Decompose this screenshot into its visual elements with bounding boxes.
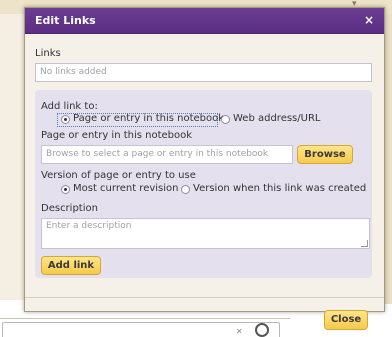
radio-web-address[interactable] <box>221 115 230 124</box>
description-placeholder: Enter a description <box>46 221 132 231</box>
resize-grip-icon[interactable] <box>361 240 368 247</box>
description-textarea[interactable]: Enter a description <box>41 218 370 249</box>
background-clear-icon[interactable]: ✕ <box>236 327 243 336</box>
links-label: Links <box>35 48 61 59</box>
close-button[interactable]: Close <box>324 310 368 330</box>
background-search-icon[interactable] <box>255 323 269 337</box>
radio-web-address-label[interactable]: Web address/URL <box>233 113 320 124</box>
radio-version-created-label[interactable]: Version when this link was created <box>193 183 366 194</box>
add-link-to-label: Add link to: <box>41 101 98 112</box>
links-field[interactable]: No links added <box>35 63 372 82</box>
edit-links-dialog: Edit Links × Links No links added Add li… <box>24 7 385 330</box>
dialog-title: Edit Links <box>35 14 96 27</box>
radio-most-current[interactable] <box>61 185 70 194</box>
radio-most-current-label[interactable]: Most current revision <box>73 183 179 194</box>
background-scrollbar <box>385 14 392 304</box>
browse-button[interactable]: Browse <box>297 145 353 164</box>
radio-version-created[interactable] <box>181 185 190 194</box>
page-entry-label: Page or entry in this notebook <box>41 130 193 141</box>
dialog-titlebar[interactable]: Edit Links × <box>25 8 384 34</box>
footer-divider <box>25 297 384 298</box>
radio-page-entry[interactable] <box>61 115 70 124</box>
close-icon[interactable]: × <box>364 13 374 27</box>
screen: ▾ ✕ Edit Links × Links No links added Ad… <box>0 0 392 337</box>
radio-page-entry-label[interactable]: Page or entry in this notebook <box>73 113 224 124</box>
version-label: Version of page or entry to use <box>41 170 196 181</box>
description-label: Description <box>41 203 98 214</box>
add-link-section: Add link to: Page or entry in this noteb… <box>35 90 372 278</box>
add-link-button[interactable]: Add link <box>41 256 101 275</box>
page-entry-input[interactable]: Browse to select a page or entry in this… <box>41 145 293 164</box>
